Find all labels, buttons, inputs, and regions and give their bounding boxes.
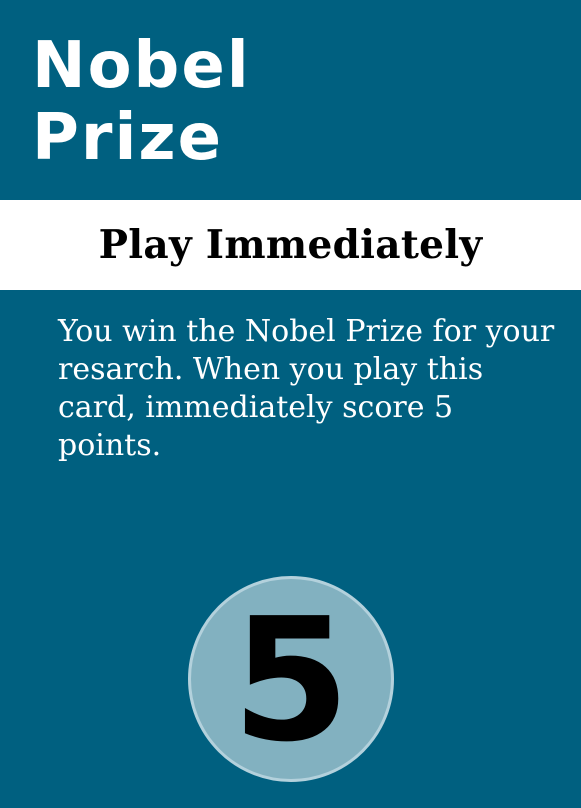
card-title-line-1: Nobel: [32, 29, 251, 103]
play-type-banner: Play Immediately: [0, 200, 581, 290]
play-type-label: Play Immediately: [98, 222, 483, 268]
points-value: 5: [231, 582, 351, 780]
game-card[interactable]: Nobel Prize Play Immediately You win the…: [0, 0, 581, 808]
points-badge: 5: [188, 576, 394, 782]
card-title-line-2: Prize: [32, 101, 224, 175]
card-description: You win the Nobel Prize for your resarch…: [58, 314, 555, 463]
card-title: Nobel Prize: [32, 30, 251, 174]
